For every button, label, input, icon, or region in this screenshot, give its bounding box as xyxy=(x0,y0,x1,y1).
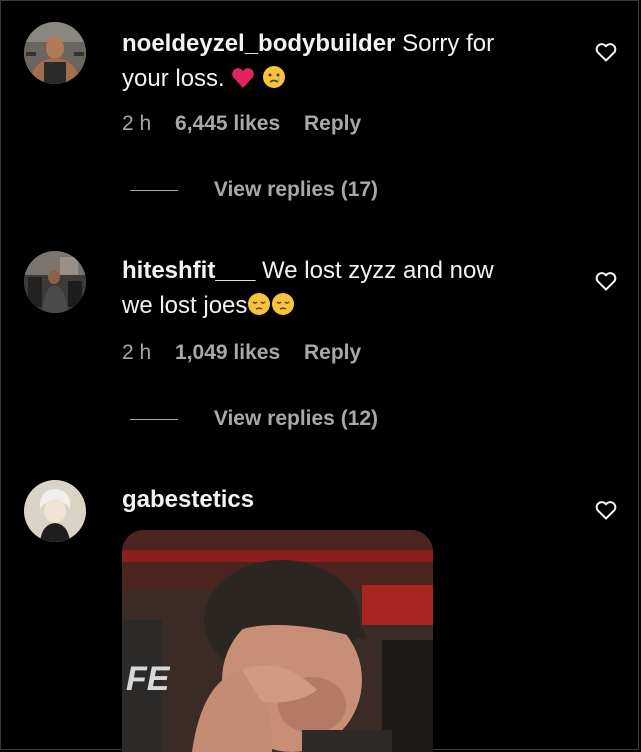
gif-image[interactable]: FE xyxy=(122,530,433,752)
comment-meta: 2 h 1,049 likes Reply xyxy=(122,341,379,365)
comment-body: We lost zyzz and now xyxy=(262,257,494,284)
replies-divider xyxy=(130,189,178,191)
comment-body: we lost joes xyxy=(122,292,248,319)
reply-button[interactable]: Reply xyxy=(304,341,361,364)
pensive-face-emoji xyxy=(247,291,271,326)
comment-meta: 2 h 6,445 likes Reply xyxy=(122,112,379,136)
heart-outline-icon[interactable] xyxy=(594,269,618,293)
comment-username[interactable]: hiteshfit___ xyxy=(122,257,255,284)
crying-face-emoji xyxy=(262,64,286,99)
comment-body: your loss. xyxy=(122,65,225,92)
comment-likes[interactable]: 1,049 likes xyxy=(175,341,280,364)
svg-text:FE: FE xyxy=(126,660,171,698)
view-replies-label: View replies (17) xyxy=(213,178,379,201)
comment-body: Sorry for xyxy=(402,30,495,57)
red-heart-emoji xyxy=(231,64,255,99)
heart-outline-icon[interactable] xyxy=(594,40,618,64)
avatar[interactable] xyxy=(24,22,86,84)
heart-outline-icon[interactable] xyxy=(594,498,618,522)
comment-text: hiteshfit___ We lost zyzz and now we los… xyxy=(122,253,562,326)
avatar[interactable] xyxy=(24,480,86,542)
comment-time: 2 h xyxy=(122,341,152,364)
reply-button[interactable]: Reply xyxy=(304,112,361,135)
pensive-face-emoji xyxy=(271,291,295,326)
comment-username[interactable]: noeldeyzel_bodybuilder xyxy=(122,30,395,57)
comment-text: noeldeyzel_bodybuilder Sorry for your lo… xyxy=(122,26,562,99)
replies-divider xyxy=(130,418,178,420)
view-replies-button[interactable]: View replies (17) xyxy=(130,178,378,202)
comment-time: 2 h xyxy=(122,112,152,135)
avatar[interactable] xyxy=(24,251,86,313)
view-replies-button[interactable]: View replies (12) xyxy=(130,407,378,431)
view-replies-label: View replies (12) xyxy=(213,407,379,430)
comment-username[interactable]: gabestetics xyxy=(122,486,254,513)
comment-likes[interactable]: 6,445 likes xyxy=(175,112,280,135)
comment-text: gabestetics xyxy=(122,482,562,517)
